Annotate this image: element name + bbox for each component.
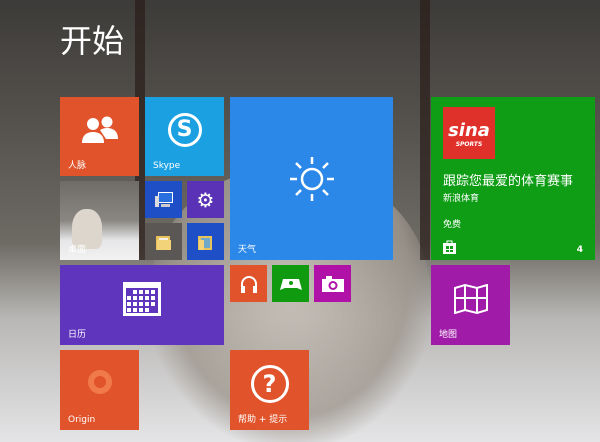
map-icon xyxy=(453,283,488,314)
gear-icon: ⚙ xyxy=(196,187,215,212)
tile-music[interactable] xyxy=(230,265,267,302)
tile-photos-folder[interactable] xyxy=(187,223,224,260)
tile-label: 桌面 xyxy=(68,245,87,255)
sina-logo: sina SPORTS xyxy=(443,107,495,159)
tile-label: 天气 xyxy=(238,245,257,255)
headphones-icon xyxy=(240,275,257,293)
tile-label: 日历 xyxy=(68,330,87,340)
tile-label: Origin xyxy=(68,415,96,425)
folder-icon xyxy=(197,235,212,250)
tile-label: 地图 xyxy=(439,330,458,340)
tile-pc-settings[interactable]: ⚙ xyxy=(187,181,224,218)
tile-label: 人脉 xyxy=(68,161,87,171)
people-icon xyxy=(81,116,118,144)
page-title: 开始 xyxy=(60,22,125,60)
sun-icon xyxy=(289,156,334,201)
background-post xyxy=(420,0,430,260)
skype-icon: S xyxy=(167,113,202,148)
app-price: 免费 xyxy=(443,220,462,230)
tile-calendar[interactable]: 日历 xyxy=(60,265,224,345)
tile-sina-sports[interactable]: sina SPORTS 跟踪您最爱的体育赛事 新浪体育 免费 4 xyxy=(431,97,595,260)
tile-games[interactable] xyxy=(272,265,309,302)
tile-desktop[interactable]: 桌面 xyxy=(60,181,139,260)
tile-file-explorer[interactable] xyxy=(145,223,182,260)
tile-label: Skype xyxy=(153,161,181,171)
help-icon: ? xyxy=(250,364,289,403)
promo-headline: 跟踪您最爱的体育赛事 xyxy=(443,174,574,189)
store-icon xyxy=(443,240,456,254)
tile-origin[interactable]: Origin xyxy=(60,350,139,430)
origin-icon xyxy=(87,370,112,394)
tile-maps[interactable]: 地图 xyxy=(431,265,510,345)
tile-camera[interactable] xyxy=(314,265,351,302)
camera-icon xyxy=(321,275,344,292)
count-badge: 4 xyxy=(576,245,583,255)
gamepad-icon xyxy=(279,278,302,290)
tile-weather[interactable]: 天气 xyxy=(230,97,393,260)
tile-this-pc[interactable] xyxy=(145,181,182,218)
folder-icon xyxy=(155,235,171,250)
computer-icon xyxy=(154,191,173,207)
app-name: 新浪体育 xyxy=(443,194,480,204)
tile-help-tips[interactable]: ? 帮助 + 提示 xyxy=(230,350,309,430)
tile-skype[interactable]: S Skype xyxy=(145,97,224,176)
tile-people[interactable]: 人脉 xyxy=(60,97,139,176)
tile-label: 帮助 + 提示 xyxy=(238,415,288,425)
calendar-icon xyxy=(123,281,161,316)
